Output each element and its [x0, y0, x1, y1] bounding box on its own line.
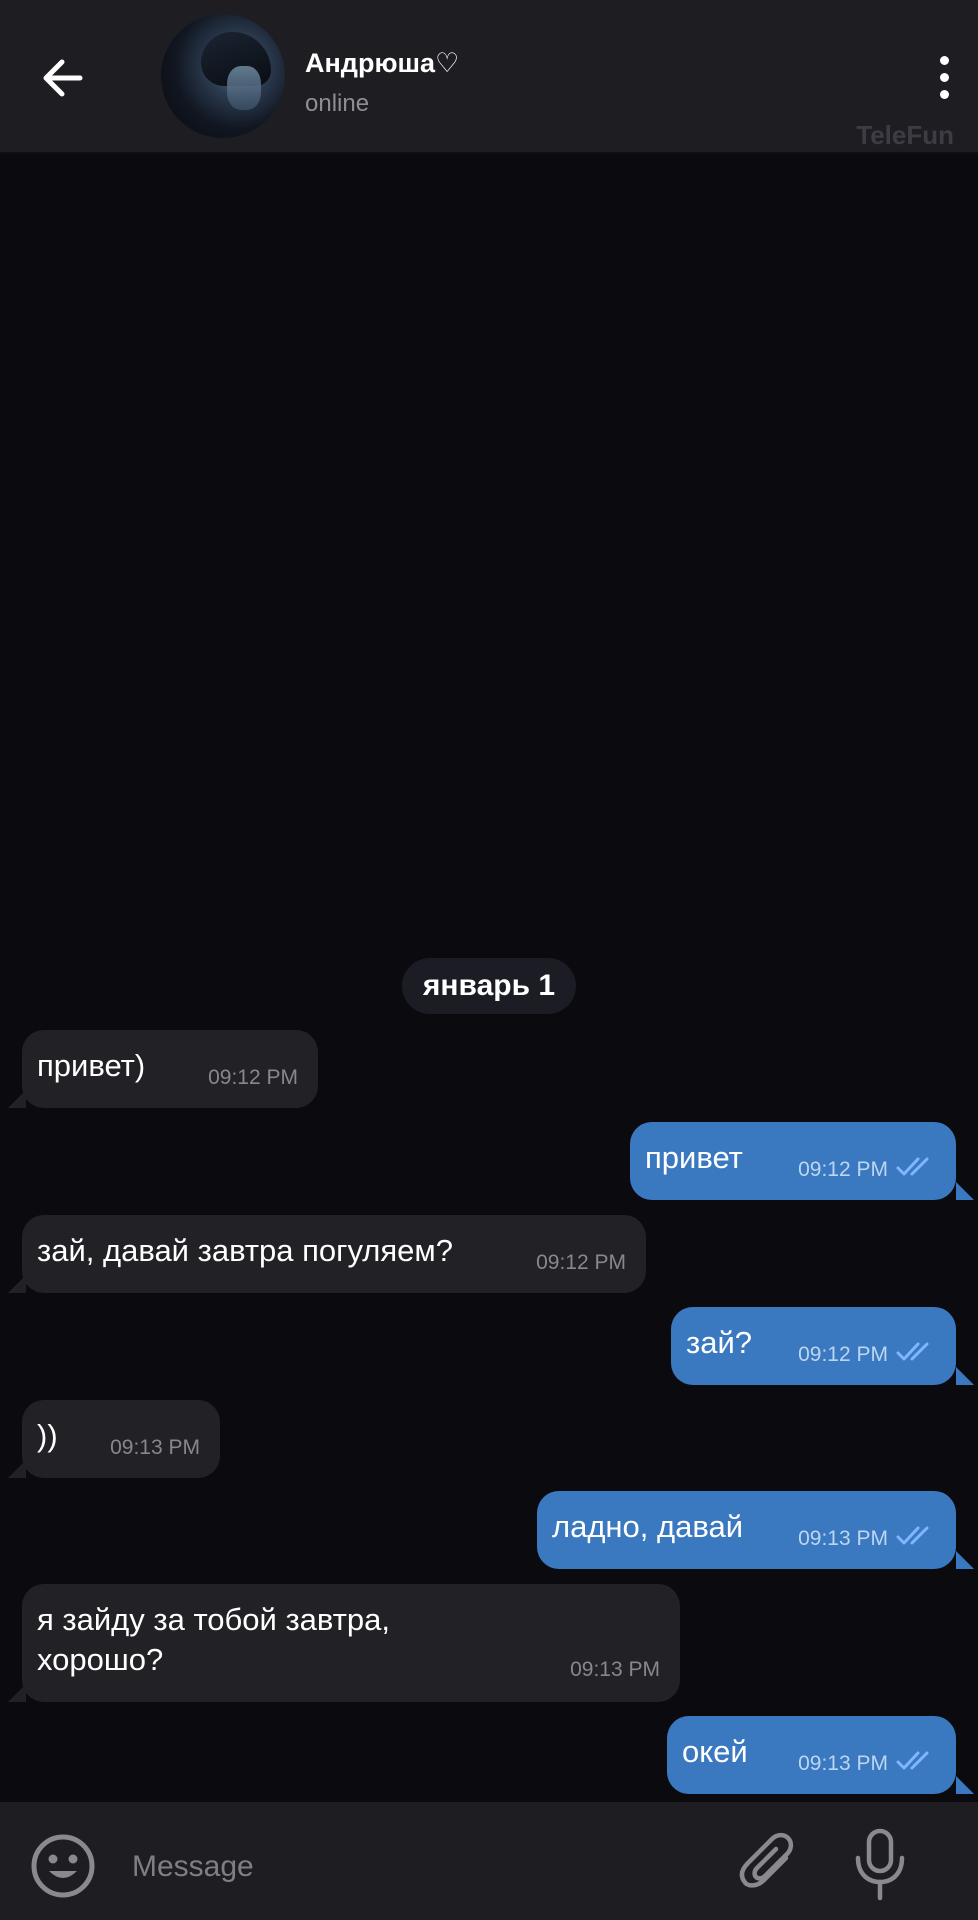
- message-incoming[interactable]: )) 09:13 PM: [8, 1400, 220, 1478]
- chat-header: Андрюша♡ online TeleFun: [0, 0, 978, 154]
- message-text: привет: [645, 1140, 743, 1175]
- message-outgoing[interactable]: зай? 09:12 PM: [671, 1307, 974, 1385]
- emoji-button[interactable]: [30, 1833, 96, 1899]
- message-incoming[interactable]: я зайду за тобой завтра, хорошо? 09:13 P…: [8, 1584, 680, 1702]
- more-vertical-icon: [940, 56, 949, 65]
- message-time: 09:13 PM: [798, 1527, 888, 1550]
- contact-status: online: [305, 90, 370, 117]
- message-time: 09:12 PM: [536, 1251, 626, 1274]
- message-text: окей: [682, 1734, 748, 1769]
- message-outgoing[interactable]: привет 09:12 PM: [630, 1122, 974, 1200]
- emoji-icon: [31, 1834, 95, 1898]
- double-check-icon: [896, 1526, 929, 1545]
- attach-button[interactable]: [738, 1830, 800, 1896]
- message-time: 09:13 PM: [798, 1752, 888, 1775]
- back-button[interactable]: [38, 50, 98, 106]
- arrow-left-icon: [43, 59, 83, 97]
- more-vertical-icon-dot: [940, 73, 949, 82]
- message-time: 09:12 PM: [798, 1158, 888, 1181]
- message-time: 09:12 PM: [798, 1343, 888, 1366]
- message-text-line-1: я зайду за тобой завтра,: [37, 1602, 390, 1637]
- message-text: привет): [37, 1048, 146, 1083]
- avatar[interactable]: [161, 14, 285, 138]
- message-text-line-2: хорошо?: [37, 1642, 164, 1677]
- message-time: 09:13 PM: [570, 1658, 660, 1681]
- microphone-icon: [855, 1828, 905, 1901]
- message-text: зай, давай завтра погуляем?: [37, 1233, 453, 1268]
- paperclip-icon: [739, 1832, 794, 1888]
- message-time: 09:12 PM: [208, 1066, 298, 1089]
- message-composer: [0, 1802, 978, 1920]
- message-outgoing[interactable]: окей 09:13 PM: [667, 1716, 974, 1794]
- message-input[interactable]: [130, 1840, 694, 1894]
- double-check-icon: [896, 1751, 929, 1770]
- more-vertical-icon-dot: [940, 90, 949, 99]
- watermark: TeleFun: [856, 120, 954, 150]
- message-incoming[interactable]: зай, давай завтра погуляем? 09:12 PM: [8, 1215, 646, 1293]
- date-separator: январь 1: [402, 958, 576, 1014]
- double-check-icon: [896, 1157, 929, 1176]
- message-time: 09:13 PM: [110, 1436, 200, 1459]
- microphone-button[interactable]: [852, 1828, 908, 1902]
- avatar-face: [227, 66, 261, 110]
- contact-name[interactable]: Андрюша♡: [305, 48, 459, 79]
- message-text: )): [37, 1418, 58, 1453]
- message-outgoing[interactable]: ладно, давай 09:13 PM: [537, 1491, 974, 1569]
- message-text: зай?: [686, 1325, 753, 1360]
- double-check-icon: [896, 1342, 929, 1361]
- message-incoming[interactable]: привет) 09:12 PM: [8, 1030, 318, 1108]
- message-text: ладно, давай: [552, 1509, 744, 1544]
- more-options-button[interactable]: [918, 50, 968, 106]
